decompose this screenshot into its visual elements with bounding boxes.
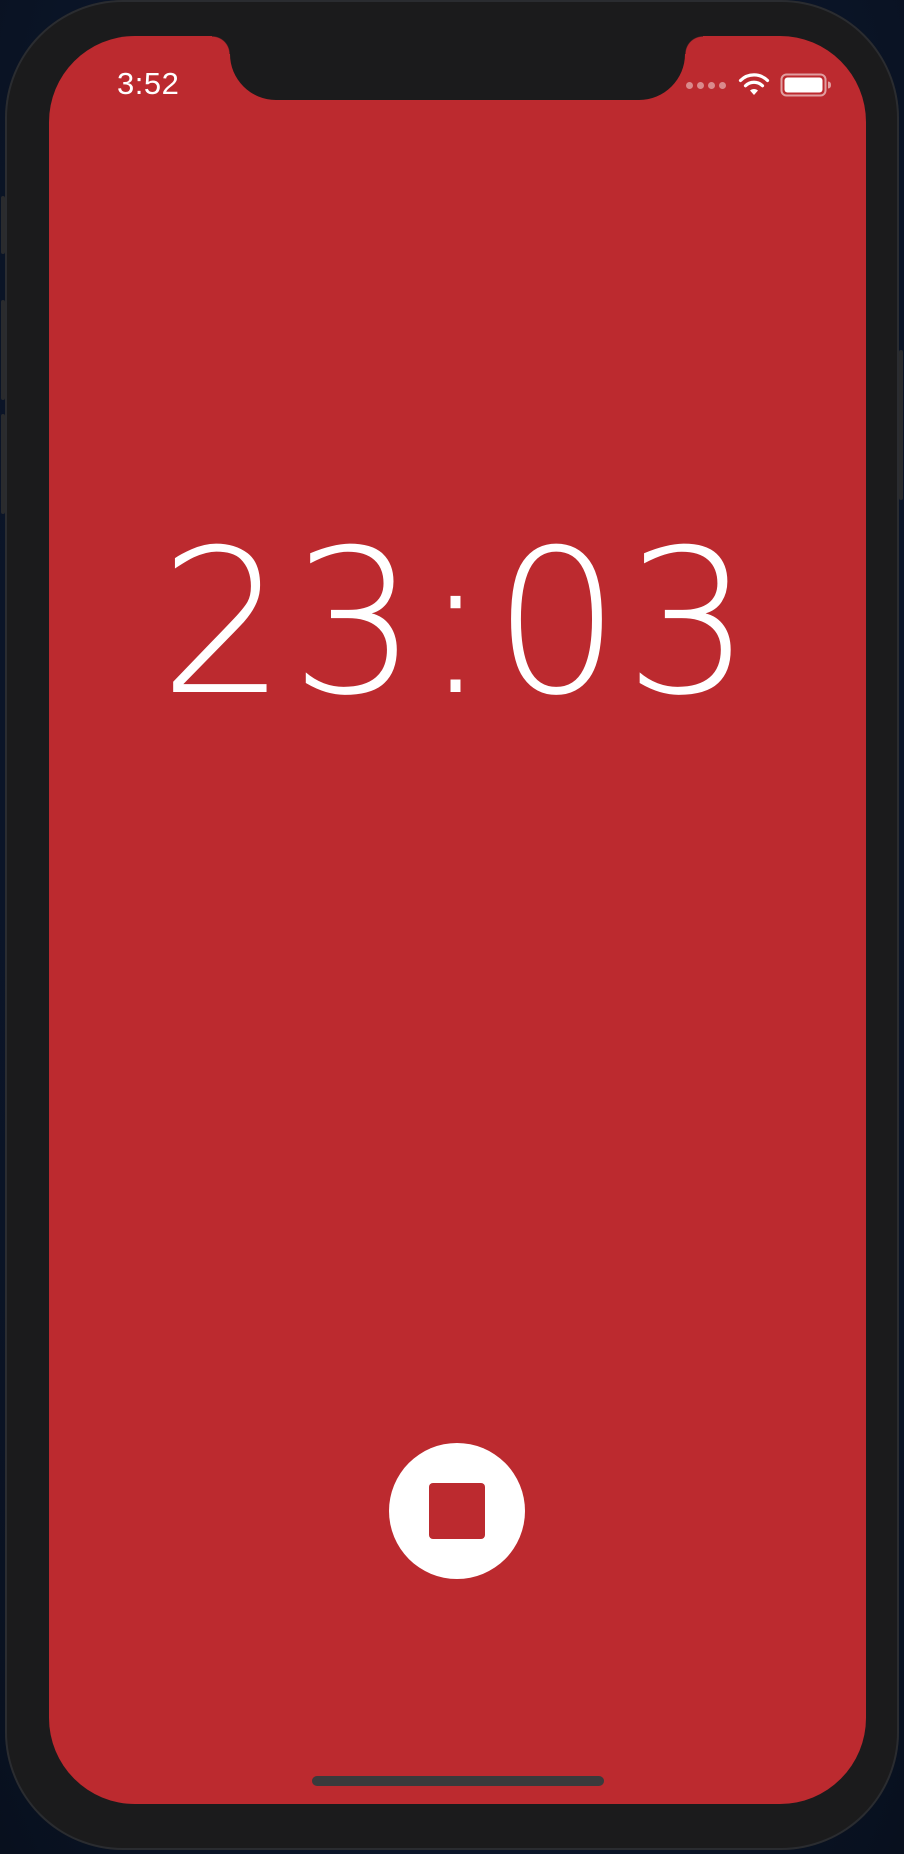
cellular-dots-icon [686, 81, 726, 89]
stop-icon [429, 1483, 485, 1539]
timer-display: 23:03 [159, 507, 756, 740]
battery-icon [780, 73, 831, 97]
status-time: 3:52 [117, 66, 180, 101]
stop-button[interactable] [389, 1443, 525, 1579]
side-button-volume-up [1, 300, 5, 400]
home-indicator[interactable] [312, 1776, 604, 1786]
app-screen: 3:52 23:03 [49, 36, 866, 1804]
status-icons [686, 70, 832, 100]
side-button-volume-down [1, 414, 5, 514]
side-button-power [899, 350, 903, 500]
wifi-icon [738, 73, 770, 95]
side-button-silent [1, 196, 5, 254]
phone-frame: 3:52 23:03 [1, 0, 903, 1850]
notch [212, 36, 703, 100]
